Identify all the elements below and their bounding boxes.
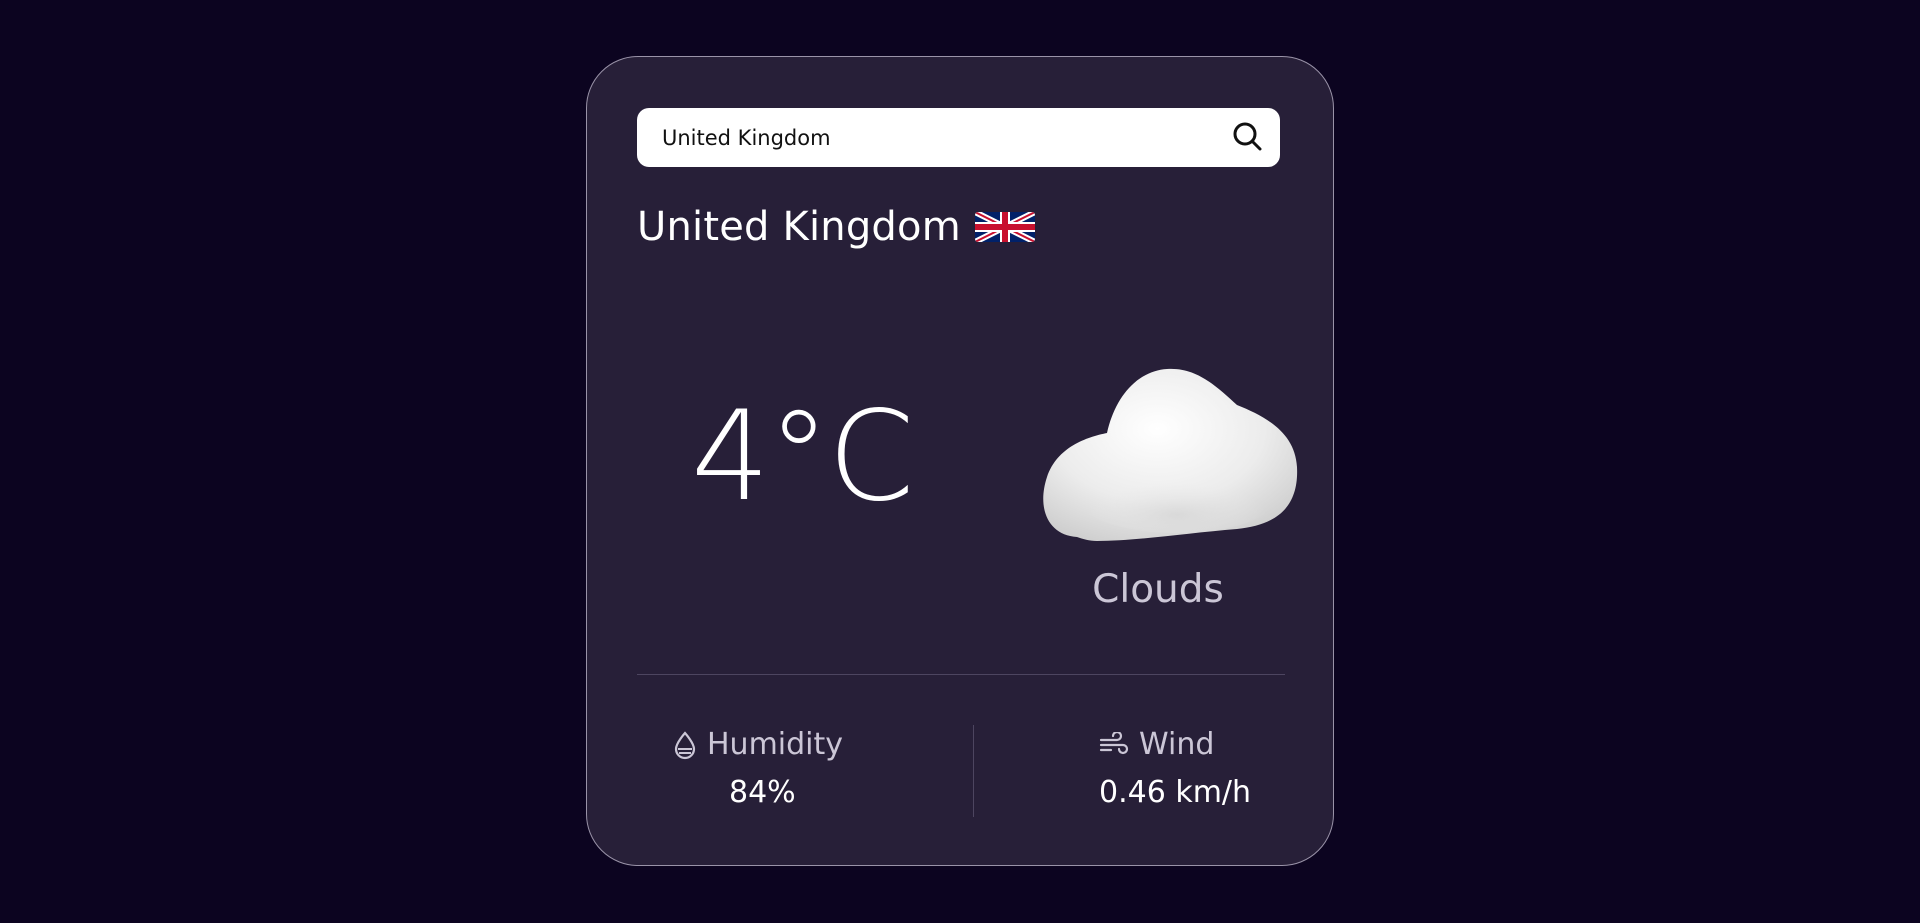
search-bar (637, 108, 1280, 167)
temperature: 4°C (691, 385, 914, 529)
stats-divider (973, 725, 974, 817)
search-input[interactable] (637, 108, 1217, 167)
droplet-icon (674, 730, 696, 759)
wind-icon (1099, 731, 1129, 754)
wind-label: Wind (1139, 727, 1215, 762)
divider (637, 674, 1285, 675)
weather-card: United Kingdom 4°C (586, 56, 1334, 866)
search-icon (1233, 122, 1262, 151)
wind-label-row: Wind (1099, 727, 1214, 762)
wind-value: 0.46 km/h (1099, 775, 1252, 810)
city-name: United Kingdom (637, 204, 961, 250)
humidity-value: 84% (729, 775, 796, 810)
uk-flag-icon (974, 212, 1035, 242)
location-heading: United Kingdom (637, 197, 1035, 257)
weather-condition: Clouds (1092, 567, 1224, 612)
cloud-icon (1043, 368, 1298, 541)
humidity-label: Humidity (707, 727, 844, 762)
humidity-label-row: Humidity (673, 727, 843, 762)
search-button[interactable] (1230, 119, 1266, 155)
